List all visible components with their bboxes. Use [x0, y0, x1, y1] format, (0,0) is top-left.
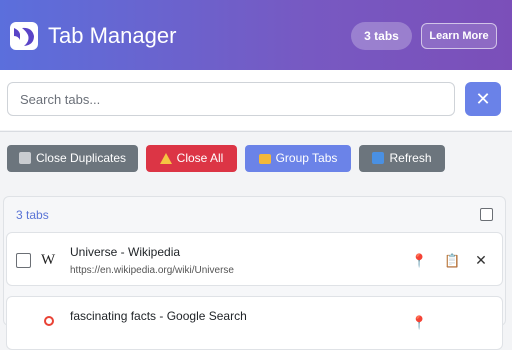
clear-search-button[interactable]: ✕	[465, 82, 501, 116]
tab-count-badge: 3 tabs	[351, 22, 412, 50]
close-icon: ✕	[475, 89, 491, 109]
group-tabs-label: Group Tabs	[275, 151, 338, 165]
tab-item[interactable]	[6, 296, 503, 350]
tab-list-count: 3 tabs	[16, 208, 49, 222]
close-icon: ✕	[475, 252, 487, 268]
pin-icon[interactable]: 📍	[411, 254, 427, 268]
refresh-label: Refresh	[389, 151, 432, 165]
close-duplicates-label: Close Duplicates	[35, 151, 127, 165]
google-icon	[44, 316, 54, 326]
tab-checkbox[interactable]	[16, 253, 31, 268]
tab-url: https://en.wikipedia.org/wiki/Universe	[70, 265, 234, 276]
tab-title[interactable]: fascinating facts - Google Search	[70, 309, 247, 323]
refresh-icon	[372, 152, 385, 164]
divider	[0, 131, 512, 132]
group-tabs-button[interactable]: Group Tabs	[245, 145, 351, 172]
search-input[interactable]	[7, 82, 455, 116]
refresh-button[interactable]: Refresh	[359, 145, 445, 172]
wikipedia-icon: W	[41, 252, 56, 268]
app-title: Tab Manager	[48, 23, 177, 48]
select-all-checkbox[interactable]	[480, 208, 493, 221]
close-duplicates-button[interactable]: Close Duplicates	[7, 145, 138, 172]
tab-title[interactable]: Universe - Wikipedia	[70, 245, 180, 259]
close-all-button[interactable]: Close All	[146, 145, 237, 172]
folder-icon	[258, 154, 271, 164]
learn-more-button[interactable]: Learn More	[421, 23, 497, 49]
tab-item[interactable]	[6, 232, 503, 286]
warning-icon	[159, 153, 172, 164]
close-all-label: Close All	[176, 151, 224, 165]
tab-manager-logo-icon	[10, 22, 38, 50]
trash-icon	[18, 152, 31, 164]
clipboard-icon[interactable]: 📋	[444, 254, 460, 268]
pin-icon[interactable]: 📍	[411, 316, 427, 330]
close-tab-button[interactable]: ✕	[474, 253, 488, 267]
